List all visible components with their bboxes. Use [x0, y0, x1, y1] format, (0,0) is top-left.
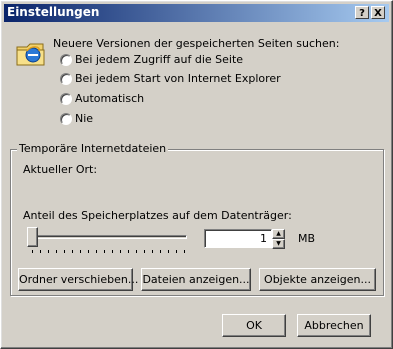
- cancel-button[interactable]: Abbrechen: [297, 314, 371, 337]
- check-versions-label: Neuere Versionen der gespeicherten Seite…: [53, 37, 340, 50]
- disk-space-slider-thumb[interactable]: [27, 227, 38, 247]
- ok-button[interactable]: OK: [222, 314, 286, 337]
- radio-never[interactable]: [60, 113, 72, 125]
- view-objects-button[interactable]: Objekte anzeigen...: [259, 268, 376, 291]
- disk-space-label: Anteil des Speicherplatzes auf dem Daten…: [23, 209, 292, 222]
- window-title: Einstellungen: [7, 5, 100, 19]
- radio-every-visit-label[interactable]: Bei jedem Zugriff auf die Seite: [75, 53, 243, 66]
- move-folder-button[interactable]: Ordner verschieben...: [18, 268, 138, 291]
- disk-space-slider-track[interactable]: [27, 235, 187, 239]
- disk-space-value: 1: [260, 232, 267, 245]
- current-location-label: Aktueller Ort:: [23, 163, 98, 176]
- temp-files-group-title: Temporäre Internetdateien: [17, 142, 169, 155]
- radio-every-visit[interactable]: [60, 54, 72, 66]
- settings-dialog: Einstellungen ? X Neuere Versionen der g…: [0, 0, 393, 349]
- slider-ticks: [32, 250, 192, 254]
- radio-every-start[interactable]: [60, 73, 72, 85]
- view-files-button[interactable]: Dateien anzeigen...: [141, 268, 251, 291]
- radio-automatic-label[interactable]: Automatisch: [75, 92, 144, 105]
- disk-space-input[interactable]: 1: [204, 229, 272, 248]
- help-button[interactable]: ?: [355, 6, 369, 19]
- radio-automatic[interactable]: [60, 93, 72, 105]
- size-unit-label: MB: [298, 232, 316, 245]
- spin-down-button[interactable]: ▼: [272, 239, 285, 249]
- spin-up-button[interactable]: ▲: [272, 229, 285, 239]
- internet-explorer-icon: [15, 39, 47, 67]
- close-button[interactable]: X: [371, 6, 385, 19]
- title-bar[interactable]: Einstellungen ? X: [4, 4, 389, 22]
- radio-never-label[interactable]: Nie: [75, 112, 93, 125]
- radio-every-start-label[interactable]: Bei jedem Start von Internet Explorer: [75, 72, 281, 85]
